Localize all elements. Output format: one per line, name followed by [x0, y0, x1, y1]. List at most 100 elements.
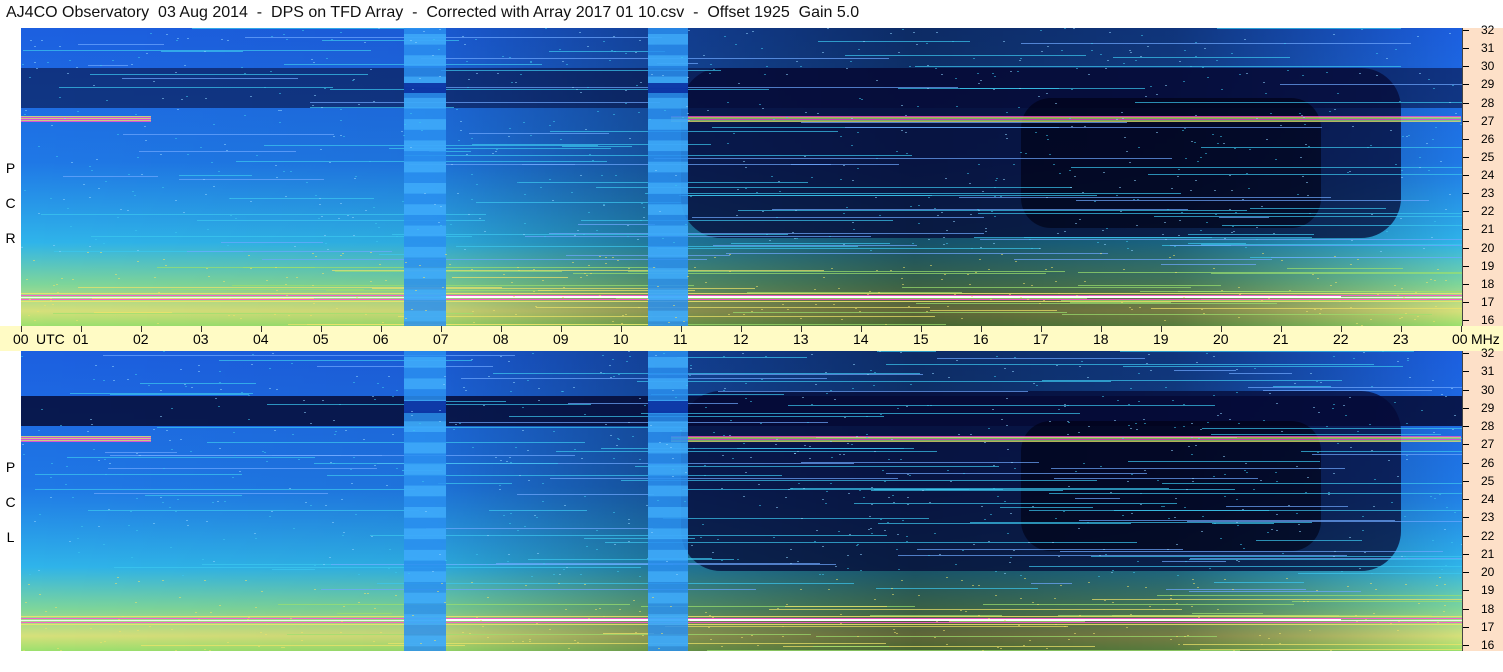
- title-bar: AJ4CO Observatory 03 Aug 2014 - DPS on T…: [0, 0, 1462, 28]
- freq-label: 23: [1481, 510, 1495, 525]
- freq-tick: [1463, 645, 1469, 646]
- time-tick: [801, 326, 802, 332]
- freq-label: 31: [1481, 364, 1495, 379]
- freq-tick: [1463, 120, 1469, 122]
- freq-label: 29: [1481, 400, 1495, 415]
- freq-tick: [1463, 66, 1469, 68]
- freq-tick: [1463, 175, 1469, 176]
- freq-tick: [1463, 301, 1469, 303]
- time-label: 04: [253, 331, 269, 347]
- time-label: 06: [373, 331, 389, 347]
- freq-label: 27: [1481, 437, 1495, 452]
- freq-tick: [1463, 371, 1469, 373]
- time-label: 00: [13, 331, 29, 347]
- freq-tick: [1463, 444, 1469, 446]
- time-label: 21: [1273, 331, 1289, 347]
- freq-tick: [1463, 30, 1469, 31]
- rcp-label-c: C: [5, 195, 16, 211]
- time-tick: [621, 326, 622, 332]
- time-tick: [201, 326, 202, 332]
- time-label: 01: [73, 331, 89, 347]
- time-tick: [1401, 326, 1402, 332]
- freq-tick: [1463, 211, 1469, 213]
- time-tick: [441, 326, 442, 332]
- time-tick: [21, 326, 22, 332]
- time-tick: [1341, 326, 1342, 332]
- freq-tick: [1463, 138, 1469, 140]
- freq-label: 19: [1481, 258, 1495, 273]
- time-label: 11: [673, 331, 688, 347]
- freq-label: 32: [1481, 23, 1495, 37]
- time-tick: [1221, 326, 1222, 332]
- freq-tick: [1463, 389, 1469, 391]
- time-label: 17: [1033, 331, 1049, 347]
- time-label: 10: [613, 331, 629, 347]
- freq-label: 31: [1481, 41, 1495, 56]
- rcp-spectrogram: [21, 28, 1462, 326]
- freq-tick: [1463, 553, 1469, 555]
- freq-label: 30: [1481, 382, 1495, 397]
- rcp-label-p: P: [5, 160, 16, 176]
- freq-tick: [1463, 626, 1469, 628]
- freq-label: 30: [1481, 59, 1495, 74]
- freq-tick: [1463, 426, 1469, 427]
- time-label: 09: [553, 331, 569, 347]
- lcp-label-p: P: [5, 459, 16, 475]
- time-label: 03: [193, 331, 209, 347]
- freq-label: 18: [1481, 601, 1495, 616]
- freq-label: 21: [1481, 222, 1495, 237]
- time-label: 05: [313, 331, 329, 347]
- lcp-frequency-axis: 32 31 30 29 28 27 26 25 24 23 22 21 20 19 18 17 16: [1462, 347, 1503, 652]
- freq-label: 28: [1481, 95, 1495, 110]
- freq-label: 17: [1481, 619, 1495, 634]
- freq-tick: [1463, 499, 1469, 500]
- freq-label: 20: [1481, 565, 1495, 579]
- time-label: 19: [1153, 331, 1169, 347]
- freq-tick: [1463, 353, 1469, 354]
- freq-label: 27: [1481, 113, 1495, 128]
- time-axis: 00 UTC 01 02 03 04 05 06 07 08 09 10 11 12 13 14 15 16 17 1…: [0, 326, 1503, 351]
- time-tick: [381, 326, 382, 332]
- freq-label: 25: [1481, 473, 1495, 488]
- freq-label: 18: [1481, 276, 1495, 291]
- time-label: UTC: [36, 331, 65, 347]
- freq-tick: [1463, 283, 1469, 285]
- time-label: 02: [133, 331, 149, 347]
- freq-label: 25: [1481, 149, 1495, 164]
- time-label: 08: [493, 331, 509, 347]
- freq-tick: [1463, 590, 1469, 592]
- time-label: MHz: [1471, 331, 1500, 347]
- rcp-side-label: P C R: [0, 28, 21, 326]
- freq-tick: [1463, 247, 1469, 249]
- time-label: 18: [1093, 331, 1109, 347]
- time-label: 14: [853, 331, 869, 347]
- freq-tick: [1463, 480, 1469, 482]
- rcp-label-r: R: [5, 230, 16, 246]
- freq-tick: [1463, 265, 1469, 267]
- freq-label: 26: [1481, 455, 1495, 470]
- freq-tick: [1463, 156, 1469, 158]
- freq-label: 24: [1481, 168, 1495, 182]
- freq-label: 21: [1481, 546, 1495, 561]
- freq-tick: [1463, 407, 1469, 409]
- freq-tick: [1463, 102, 1469, 104]
- freq-label: 22: [1481, 204, 1495, 219]
- time-label: 13: [793, 331, 809, 347]
- lcp-label-l: L: [6, 529, 15, 545]
- freq-label: 16: [1481, 638, 1495, 652]
- time-label: 15: [913, 331, 929, 347]
- time-tick: [501, 326, 502, 332]
- freq-tick: [1463, 535, 1469, 537]
- freq-tick: [1463, 517, 1469, 519]
- freq-label: 20: [1481, 240, 1495, 255]
- freq-label: 32: [1481, 346, 1495, 360]
- time-tick: [1101, 326, 1102, 332]
- time-tick: [561, 326, 562, 332]
- freq-tick: [1463, 572, 1469, 573]
- lcp-side-label: P C L: [0, 351, 21, 651]
- time-tick: [1161, 326, 1162, 332]
- freq-tick: [1463, 462, 1469, 464]
- freq-tick: [1463, 193, 1469, 195]
- time-tick: [741, 326, 742, 332]
- freq-label: 16: [1481, 313, 1495, 327]
